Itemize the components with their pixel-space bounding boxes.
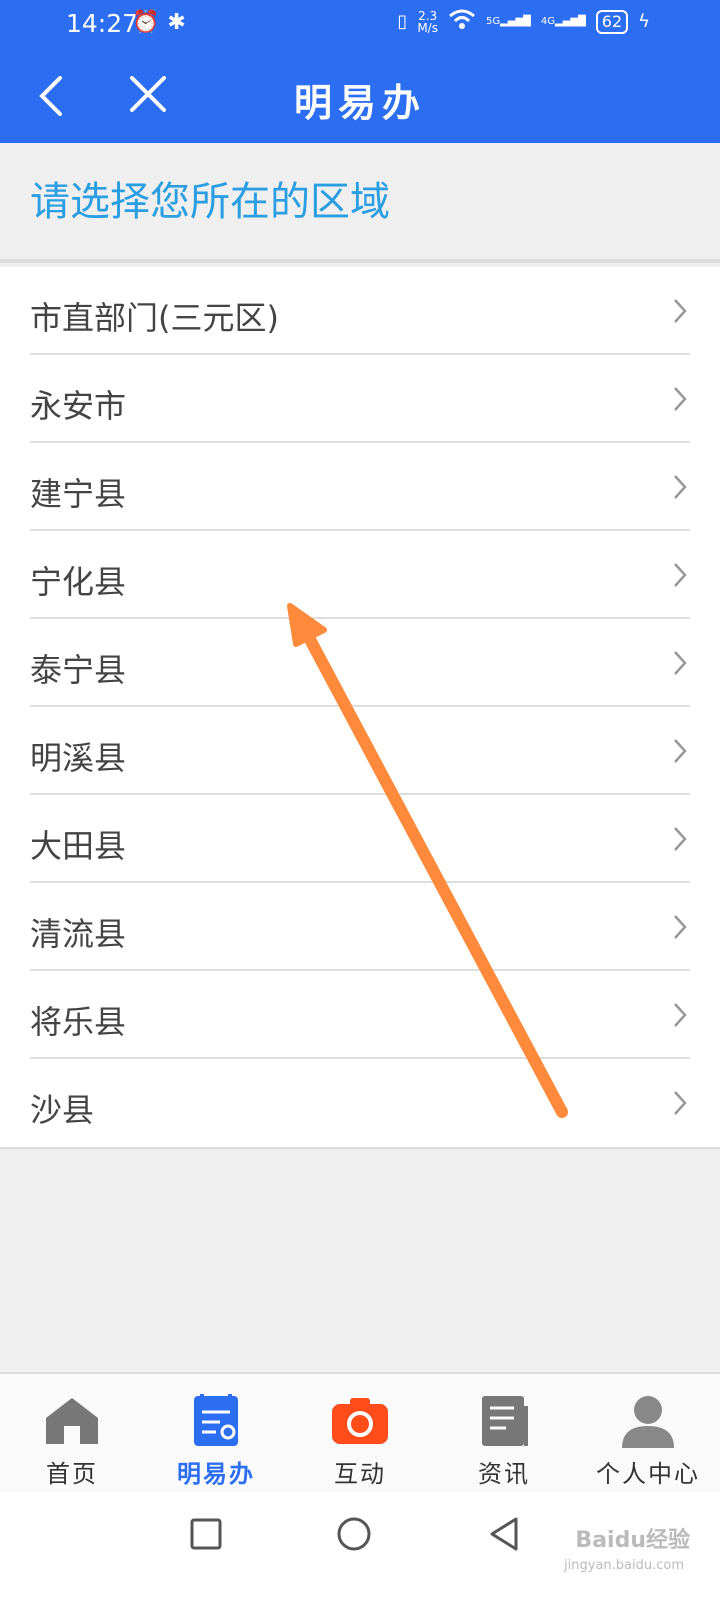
bluetooth-icon: ✱	[167, 10, 186, 35]
region-list: 市直部门(三元区) 永安市 建宁县 宁化县 泰宁县 明溪县 大田县 清流县 将乐…	[0, 267, 720, 1149]
chevron-right-icon	[674, 475, 687, 499]
document-icon	[194, 1394, 238, 1446]
nav-bar: 明易办	[0, 48, 720, 143]
region-item[interactable]: 清流县	[30, 883, 690, 971]
region-item[interactable]: 市直部门(三元区)	[30, 267, 690, 355]
chevron-right-icon	[674, 739, 687, 763]
vibrate-icon: ▯	[397, 11, 408, 32]
camera-icon	[332, 1398, 388, 1444]
region-item[interactable]: 永安市	[30, 355, 690, 443]
network-speed: 2.3 M/s	[417, 8, 438, 35]
chevron-right-icon	[674, 915, 687, 939]
watermark-logo: Baidu经验	[575, 1528, 690, 1553]
home-nav-icon[interactable]	[334, 1514, 374, 1554]
status-time: 14:27	[66, 9, 139, 38]
news-icon	[482, 1396, 528, 1446]
chevron-right-icon	[674, 1091, 687, 1115]
signal-5g-icon: 5G▂▄▆█	[485, 16, 531, 27]
watermark-url: jingyan.baidu.com	[564, 1558, 684, 1573]
page-title: 明易办	[293, 80, 426, 125]
region-item[interactable]: 明溪县	[30, 707, 690, 795]
region-item[interactable]: 大田县	[30, 795, 690, 883]
tab-profile[interactable]: 个人中心	[576, 1374, 720, 1492]
region-item[interactable]: 建宁县	[30, 443, 690, 531]
chevron-right-icon	[674, 299, 687, 323]
recent-apps-icon[interactable]	[186, 1514, 226, 1554]
chevron-right-icon	[674, 387, 687, 411]
user-icon	[622, 1396, 674, 1448]
region-item[interactable]: 宁化县	[30, 531, 690, 619]
region-item[interactable]: 将乐县	[30, 971, 690, 1059]
tab-interaction[interactable]: 互动	[288, 1374, 432, 1492]
chevron-right-icon	[674, 827, 687, 851]
chevron-right-icon	[674, 651, 687, 675]
bottom-tab-bar: 首页 明易办 互动 资讯 个人中心	[0, 1372, 720, 1492]
system-nav-bar: Baidu经验 jingyan.baidu.com	[0, 1492, 720, 1600]
tab-home[interactable]: 首页	[0, 1374, 144, 1492]
charging-icon: ϟ	[638, 11, 650, 32]
battery-icon: 62	[595, 9, 629, 34]
alarm-icon: ⏰	[132, 10, 160, 35]
region-item[interactable]: 泰宁县	[30, 619, 690, 707]
home-icon	[46, 1398, 98, 1444]
status-bar: 14:27 ⏰ ✱ ▯ 2.3 M/s 5G▂▄▆█ 4G▂▄▆█ 62 ϟ	[0, 0, 720, 48]
back-nav-icon[interactable]	[484, 1514, 524, 1554]
tab-mingyiban[interactable]: 明易办	[144, 1374, 288, 1492]
chevron-right-icon	[674, 1003, 687, 1027]
wifi-icon	[448, 8, 476, 35]
region-prompt: 请选择您所在的区域	[0, 143, 720, 263]
signal-4g-icon: 4G▂▄▆█	[540, 16, 586, 27]
tab-news[interactable]: 资讯	[432, 1374, 576, 1492]
region-item[interactable]: 沙县	[30, 1059, 690, 1147]
prompt-text: 请选择您所在的区域	[30, 179, 390, 225]
chevron-right-icon	[674, 563, 687, 587]
